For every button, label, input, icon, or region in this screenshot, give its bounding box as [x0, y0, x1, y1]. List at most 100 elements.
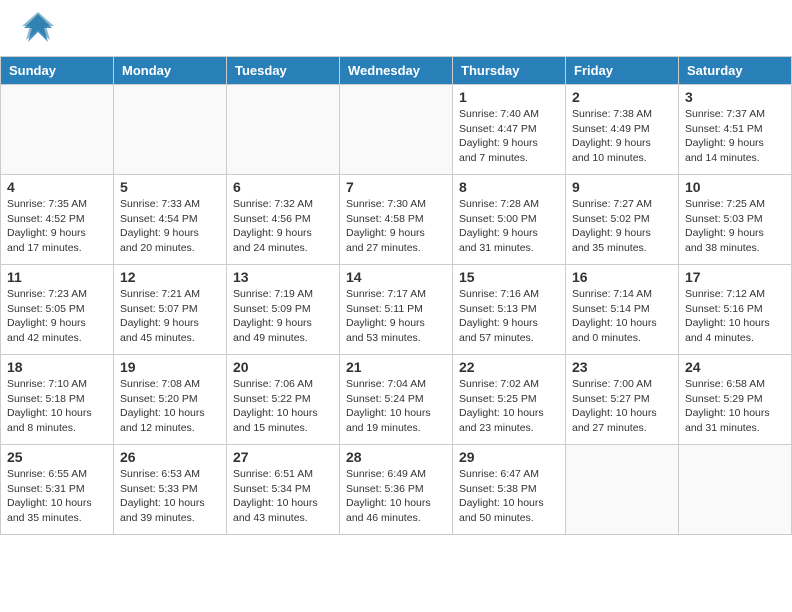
calendar-cell: 22 Sunrise: 7:02 AM Sunset: 5:25 PM Dayli…	[453, 355, 566, 445]
weekday-header-row: SundayMondayTuesdayWednesdayThursdayFrid…	[1, 57, 792, 85]
day-number: 29	[459, 449, 559, 465]
day-info: Sunrise: 7:17 AM Sunset: 5:11 PM Dayligh…	[346, 287, 446, 346]
calendar-cell	[340, 85, 453, 175]
calendar-header: SundayMondayTuesdayWednesdayThursdayFrid…	[1, 57, 792, 85]
calendar-cell	[227, 85, 340, 175]
weekday-header-saturday: Saturday	[679, 57, 792, 85]
calendar-cell: 11 Sunrise: 7:23 AM Sunset: 5:05 PM Dayli…	[1, 265, 114, 355]
day-number: 20	[233, 359, 333, 375]
calendar-cell: 3 Sunrise: 7:37 AM Sunset: 4:51 PM Daylig…	[679, 85, 792, 175]
calendar-cell: 1 Sunrise: 7:40 AM Sunset: 4:47 PM Daylig…	[453, 85, 566, 175]
day-info: Sunrise: 7:19 AM Sunset: 5:09 PM Dayligh…	[233, 287, 333, 346]
day-number: 23	[572, 359, 672, 375]
calendar-cell: 25Sunrise: 6:55 AM Sunset: 5:31 PM Dayli…	[1, 445, 114, 535]
day-info: Sunrise: 7:06 AM Sunset: 5:22 PM Dayligh…	[233, 377, 333, 436]
calendar-cell: 29 Sunrise: 6:47 AM Sunset: 5:38 PM Dayli…	[453, 445, 566, 535]
day-number: 3	[685, 89, 785, 105]
weekday-header-monday: Monday	[114, 57, 227, 85]
day-info: Sunrise: 7:30 AM Sunset: 4:58 PM Dayligh…	[346, 197, 446, 256]
day-info: Sunrise: 7:40 AM Sunset: 4:47 PM Dayligh…	[459, 107, 559, 166]
calendar-cell: 28 Sunrise: 6:49 AM Sunset: 5:36 PM Dayli…	[340, 445, 453, 535]
day-number: 5	[120, 179, 220, 195]
calendar-cell: 10 Sunrise: 7:25 AM Sunset: 5:03 PM Dayli…	[679, 175, 792, 265]
day-info: Sunrise: 6:47 AM Sunset: 5:38 PM Dayligh…	[459, 467, 559, 526]
day-info: Sunrise: 7:35 AM Sunset: 4:52 PM Dayligh…	[7, 197, 107, 256]
calendar-cell: 7Sunrise: 7:30 AM Sunset: 4:58 PM Daylig…	[340, 175, 453, 265]
day-info: Sunrise: 7:00 AM Sunset: 5:27 PM Dayligh…	[572, 377, 672, 436]
calendar-cell: 12 Sunrise: 7:21 AM Sunset: 5:07 PM Dayli…	[114, 265, 227, 355]
weekday-header-friday: Friday	[566, 57, 679, 85]
calendar-cell	[679, 445, 792, 535]
calendar-cell: 6 Sunrise: 7:32 AM Sunset: 4:56 PM Daylig…	[227, 175, 340, 265]
calendar-cell: 15 Sunrise: 7:16 AM Sunset: 5:13 PM Dayli…	[453, 265, 566, 355]
day-info: Sunrise: 7:10 AM Sunset: 5:18 PM Dayligh…	[7, 377, 107, 436]
day-number: 21	[346, 359, 446, 375]
logo-bird-icon	[20, 10, 56, 51]
calendar-week-3: 18 Sunrise: 7:10 AM Sunset: 5:18 PM Dayli…	[1, 355, 792, 445]
day-number: 19	[120, 359, 220, 375]
calendar-cell: 26 Sunrise: 6:53 AM Sunset: 5:33 PM Dayli…	[114, 445, 227, 535]
calendar-week-2: 11 Sunrise: 7:23 AM Sunset: 5:05 PM Dayli…	[1, 265, 792, 355]
day-info: Sunrise: 7:38 AM Sunset: 4:49 PM Dayligh…	[572, 107, 672, 166]
calendar-cell: 16 Sunrise: 7:14 AM Sunset: 5:14 PM Dayli…	[566, 265, 679, 355]
weekday-header-wednesday: Wednesday	[340, 57, 453, 85]
day-info: Sunrise: 7:14 AM Sunset: 5:14 PM Dayligh…	[572, 287, 672, 346]
calendar-cell: 20 Sunrise: 7:06 AM Sunset: 5:22 PM Dayli…	[227, 355, 340, 445]
calendar-body: 1 Sunrise: 7:40 AM Sunset: 4:47 PM Daylig…	[1, 85, 792, 535]
day-info: Sunrise: 7:32 AM Sunset: 4:56 PM Dayligh…	[233, 197, 333, 256]
day-number: 28	[346, 449, 446, 465]
day-number: 25	[7, 449, 107, 465]
calendar-cell: 13 Sunrise: 7:19 AM Sunset: 5:09 PM Dayli…	[227, 265, 340, 355]
calendar-cell: 17Sunrise: 7:12 AM Sunset: 5:16 PM Dayli…	[679, 265, 792, 355]
day-number: 26	[120, 449, 220, 465]
day-info: Sunrise: 7:16 AM Sunset: 5:13 PM Dayligh…	[459, 287, 559, 346]
page-wrapper: SundayMondayTuesdayWednesdayThursdayFrid…	[0, 0, 792, 535]
calendar-cell: 5Sunrise: 7:33 AM Sunset: 4:54 PM Daylig…	[114, 175, 227, 265]
day-info: Sunrise: 7:21 AM Sunset: 5:07 PM Dayligh…	[120, 287, 220, 346]
day-number: 9	[572, 179, 672, 195]
day-number: 11	[7, 269, 107, 285]
day-info: Sunrise: 7:12 AM Sunset: 5:16 PM Dayligh…	[685, 287, 785, 346]
calendar-cell: 21Sunrise: 7:04 AM Sunset: 5:24 PM Dayli…	[340, 355, 453, 445]
day-info: Sunrise: 7:08 AM Sunset: 5:20 PM Dayligh…	[120, 377, 220, 436]
day-number: 15	[459, 269, 559, 285]
weekday-header-sunday: Sunday	[1, 57, 114, 85]
calendar-cell: 4 Sunrise: 7:35 AM Sunset: 4:52 PM Daylig…	[1, 175, 114, 265]
day-info: Sunrise: 6:51 AM Sunset: 5:34 PM Dayligh…	[233, 467, 333, 526]
logo	[20, 10, 64, 51]
calendar-cell: 24 Sunrise: 6:58 AM Sunset: 5:29 PM Dayli…	[679, 355, 792, 445]
day-info: Sunrise: 6:53 AM Sunset: 5:33 PM Dayligh…	[120, 467, 220, 526]
calendar-cell: 19 Sunrise: 7:08 AM Sunset: 5:20 PM Dayli…	[114, 355, 227, 445]
weekday-header-tuesday: Tuesday	[227, 57, 340, 85]
day-info: Sunrise: 7:02 AM Sunset: 5:25 PM Dayligh…	[459, 377, 559, 436]
day-number: 6	[233, 179, 333, 195]
day-info: Sunrise: 7:28 AM Sunset: 5:00 PM Dayligh…	[459, 197, 559, 256]
weekday-header-thursday: Thursday	[453, 57, 566, 85]
day-number: 24	[685, 359, 785, 375]
calendar-cell: 23 Sunrise: 7:00 AM Sunset: 5:27 PM Dayli…	[566, 355, 679, 445]
calendar-week-0: 1 Sunrise: 7:40 AM Sunset: 4:47 PM Daylig…	[1, 85, 792, 175]
day-number: 22	[459, 359, 559, 375]
day-info: Sunrise: 6:58 AM Sunset: 5:29 PM Dayligh…	[685, 377, 785, 436]
day-number: 16	[572, 269, 672, 285]
day-number: 13	[233, 269, 333, 285]
day-info: Sunrise: 7:23 AM Sunset: 5:05 PM Dayligh…	[7, 287, 107, 346]
calendar-cell: 14Sunrise: 7:17 AM Sunset: 5:11 PM Dayli…	[340, 265, 453, 355]
page-header	[0, 0, 792, 56]
calendar-week-1: 4 Sunrise: 7:35 AM Sunset: 4:52 PM Daylig…	[1, 175, 792, 265]
calendar-cell	[1, 85, 114, 175]
day-info: Sunrise: 7:25 AM Sunset: 5:03 PM Dayligh…	[685, 197, 785, 256]
calendar-cell: 2Sunrise: 7:38 AM Sunset: 4:49 PM Daylig…	[566, 85, 679, 175]
day-number: 27	[233, 449, 333, 465]
day-info: Sunrise: 6:49 AM Sunset: 5:36 PM Dayligh…	[346, 467, 446, 526]
day-number: 1	[459, 89, 559, 105]
day-number: 12	[120, 269, 220, 285]
calendar-week-4: 25Sunrise: 6:55 AM Sunset: 5:31 PM Dayli…	[1, 445, 792, 535]
calendar-cell: 18 Sunrise: 7:10 AM Sunset: 5:18 PM Dayli…	[1, 355, 114, 445]
day-number: 10	[685, 179, 785, 195]
day-number: 18	[7, 359, 107, 375]
calendar-cell: 9Sunrise: 7:27 AM Sunset: 5:02 PM Daylig…	[566, 175, 679, 265]
day-number: 4	[7, 179, 107, 195]
day-info: Sunrise: 7:37 AM Sunset: 4:51 PM Dayligh…	[685, 107, 785, 166]
calendar-cell	[114, 85, 227, 175]
